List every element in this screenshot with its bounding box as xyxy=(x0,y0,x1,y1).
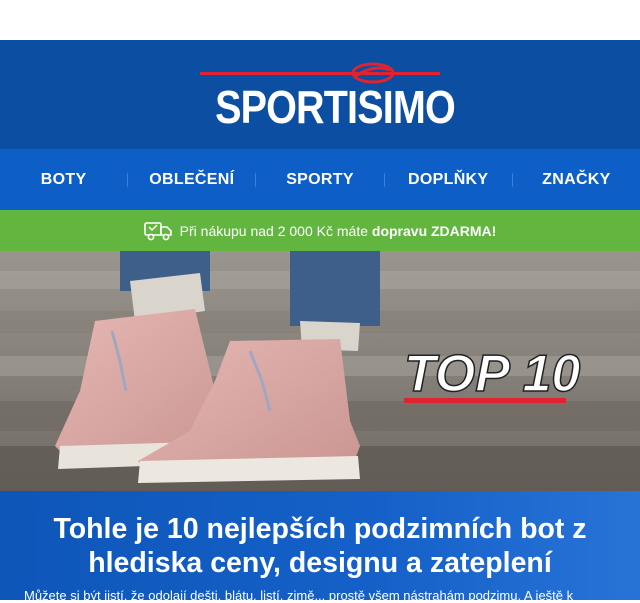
promo-text-bold: dopravu ZDARMA! xyxy=(371,222,497,239)
nav-item-doplnky[interactable]: DOPLŇKY xyxy=(385,171,512,189)
article-header: Tohle je 10 nejlepších podzimních bot z … xyxy=(0,491,640,603)
article-title: Tohle je 10 nejlepších podzimních bot z … xyxy=(53,513,587,579)
email-header: SPORTISIMO xyxy=(0,40,640,149)
article-intro: Můžete si být jistí, že odolají dešti, b… xyxy=(24,588,574,603)
top-spacer xyxy=(0,0,640,40)
hero-image[interactable]: TOP 10 xyxy=(0,251,640,491)
free-shipping-banner[interactable]: Při nákupu nad 2 000 Kč máte dopravu ZDA… xyxy=(0,210,640,251)
svg-text:TOP 10: TOP 10 xyxy=(404,345,580,403)
top10-badge: TOP 10 xyxy=(403,344,581,404)
nav-item-znacky[interactable]: ZNAČKY xyxy=(513,171,640,189)
nav-item-sporty[interactable]: SPORTY xyxy=(256,171,383,189)
logo-text: SPORTISIMO xyxy=(215,81,456,133)
nav-item-obleceni[interactable]: OBLEČENÍ xyxy=(128,171,255,189)
sportisimo-logo[interactable]: SPORTISIMO xyxy=(198,62,456,133)
delivery-truck-icon xyxy=(143,221,172,240)
promo-text-prefix: Při nákupu nad 2 000 Kč máte xyxy=(179,222,372,239)
nav-item-boty[interactable]: BOTY xyxy=(0,171,127,189)
logo-red-line xyxy=(200,72,440,75)
main-nav: BOTY OBLEČENÍ SPORTY DOPLŇKY ZNAČKY xyxy=(0,149,640,210)
promo-text: Při nákupu nad 2 000 Kč máte dopravu ZDA… xyxy=(180,223,497,239)
hero-boots-illustration: TOP 10 xyxy=(0,251,640,491)
